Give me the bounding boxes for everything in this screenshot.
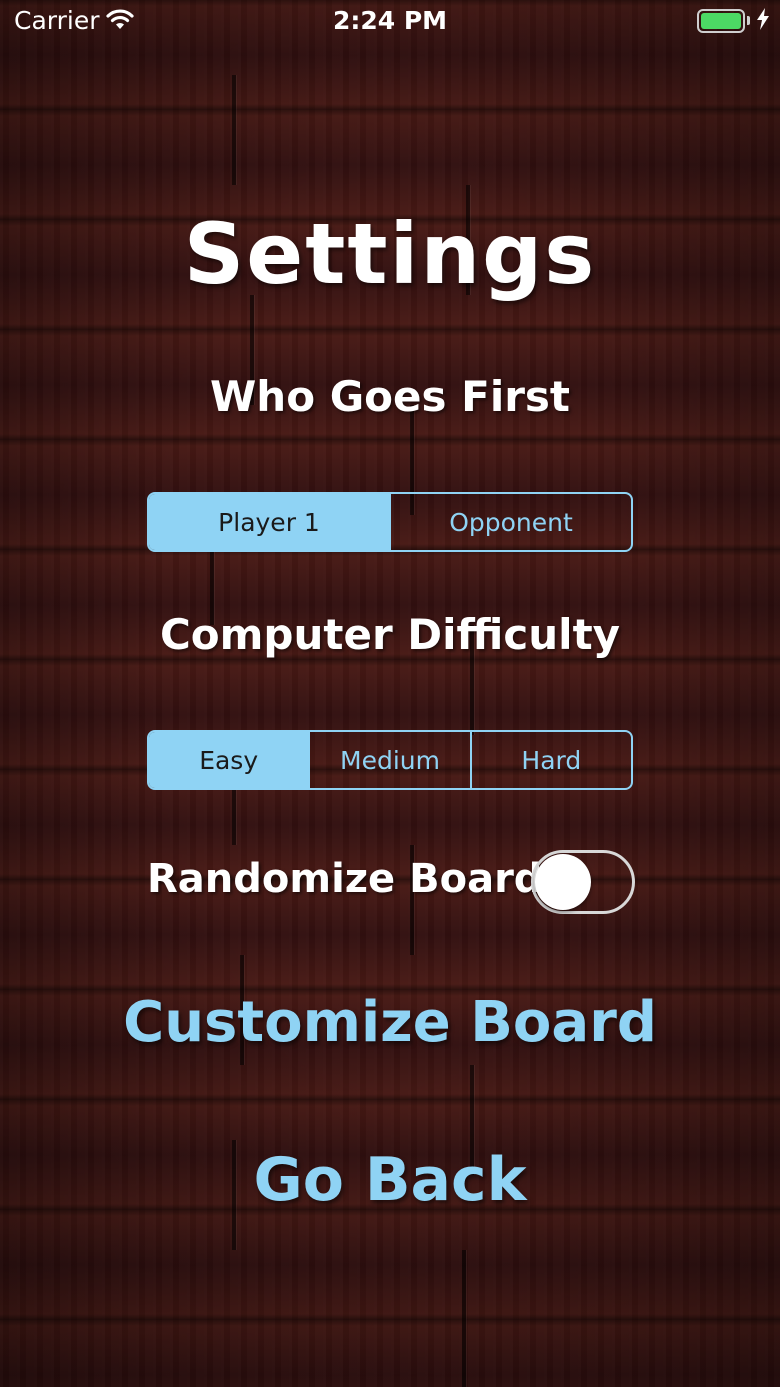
- segment-player-1[interactable]: Player 1: [149, 494, 389, 550]
- switch-knob: [535, 854, 591, 910]
- wood-seam: [232, 75, 236, 185]
- go-back-button[interactable]: Go Back: [0, 1145, 780, 1215]
- segment-hard[interactable]: Hard: [469, 732, 631, 788]
- randomize-board-switch[interactable]: [531, 850, 635, 914]
- charging-bolt-icon: [757, 8, 769, 30]
- status-bar: Carrier 2:24 PM: [0, 0, 780, 44]
- randomize-board-label: Randomize Board:: [147, 856, 559, 902]
- computer-difficulty-heading: Computer Difficulty: [159, 610, 621, 659]
- battery-tip: [747, 16, 750, 25]
- page-title: Settings: [183, 205, 597, 303]
- segment-opponent[interactable]: Opponent: [389, 494, 631, 550]
- randomize-board-row: Randomize Board:: [147, 850, 639, 916]
- who-goes-first-heading: Who Goes First: [209, 372, 570, 421]
- segment-medium[interactable]: Medium: [308, 732, 469, 788]
- customize-board-button[interactable]: Customize Board: [0, 990, 780, 1055]
- first-player-segmented-control: Player 1 Opponent: [147, 492, 633, 552]
- segment-easy[interactable]: Easy: [149, 732, 309, 788]
- wood-seam: [462, 1250, 466, 1387]
- battery-level: [701, 13, 741, 29]
- clock: 2:24 PM: [332, 6, 448, 35]
- battery-icon: [697, 9, 745, 33]
- difficulty-segmented-control: Easy Medium Hard: [147, 730, 633, 790]
